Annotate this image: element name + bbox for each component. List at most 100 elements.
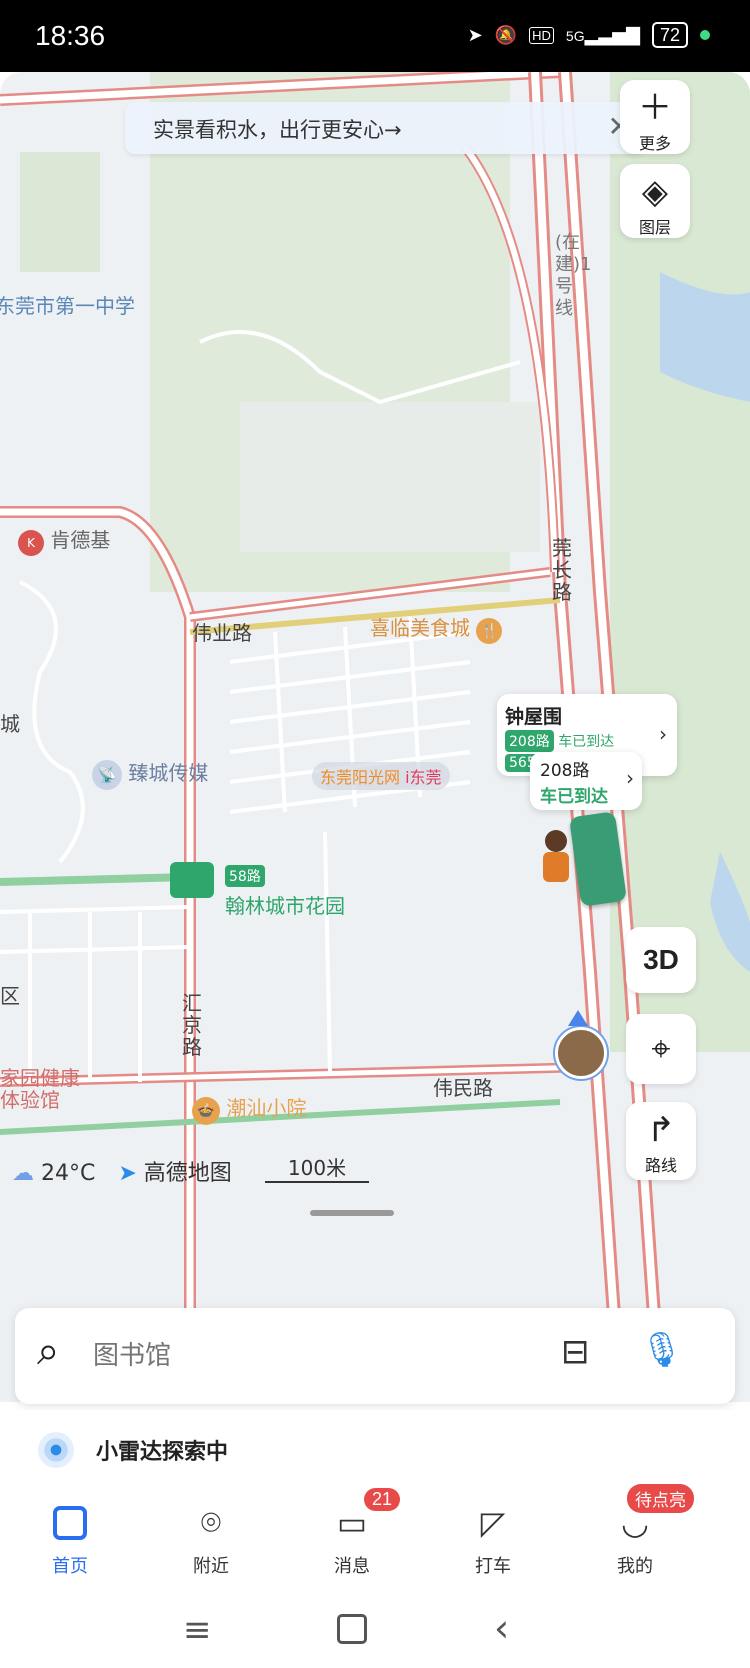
scan-icon[interactable]: ⊟ [561,1332,590,1372]
radar-row[interactable]: 小雷达探索中 [0,1410,750,1490]
bus-stop-icon[interactable] [170,862,214,898]
map-label-district: 区 [0,984,20,1008]
route-arrow-icon: ↱ [646,1110,676,1150]
map-view[interactable]: 实景看积水，出行更安心→ ✕ ＋ 更多 ◈ 图层 3D ⌖ ↱ 路线 东莞市第一… [0,72,750,1402]
search-bar[interactable]: ⌕ ⊟ 🎙 [15,1308,735,1404]
map-label-food-city[interactable]: 喜临美食城 🍴 [370,612,503,644]
route-button[interactable]: ↱ 路线 [626,1102,696,1180]
user-location-avatar[interactable] [555,1027,607,1079]
bus58-tag: 58路 [225,865,265,887]
hd-icon: HD [529,26,554,44]
mute-bell-icon: 🔕 [494,24,518,45]
heading-arrow-icon [568,1010,588,1026]
bus-route-row: 208路 车已到达 [505,730,614,752]
banner-text[interactable]: 实景看积水，出行更安心→ [153,114,402,144]
more-label: 更多 [638,134,671,153]
map-label-huijing-road: 汇京路 [182,991,202,1059]
search-icon: ⌕ [37,1328,60,1374]
map-label-health[interactable]: 家园健康体验馆 [0,1067,90,1111]
status-bar: 18:36 ➤ 🔕 HD 5G▂▃▅▇ 72 [0,0,750,72]
radar-text: 小雷达探索中 [96,1440,229,1465]
3d-button[interactable]: 3D [626,927,696,993]
watermark-text-1: 东莞阳光网 [320,768,401,787]
map-label-school[interactable]: 东莞市第一中学 [0,290,135,319]
battery-icon: 72 [651,22,688,48]
weather-temp: 24°C [41,1161,96,1186]
zhencheng-label: 臻城传媒 [128,761,209,785]
home-square-icon[interactable] [337,1614,367,1644]
tab-nearby-label: 附近 [193,1556,229,1577]
mine-badge: 待点亮 [627,1484,694,1513]
tab-bar: 首页 ⌾ 附近 ▭ 消息 21 ◸ 打车 ◡ 我的 待点亮 [0,1484,750,1600]
locate-button[interactable]: ⌖ [626,1014,696,1084]
road [0,873,191,886]
location-arrow-icon: ➤ [467,24,483,45]
map-info-row: ☁ 24°C ➤ 高德地图 [12,1155,232,1187]
arrival-status: 车已到达 [540,787,608,807]
radar-icon [38,1432,74,1468]
messages-badge: 21 [364,1488,401,1511]
chaoshan-label: 潮汕小院 [226,1096,307,1120]
tab-nearby[interactable]: ⌾ 附近 [161,1498,261,1578]
chevron-right-icon: › [659,722,667,746]
person-body-icon [543,852,569,882]
tab-home-label: 首页 [52,1556,88,1577]
bus-route-208-tag: 208路 [505,730,554,752]
network-label: 5G [565,27,585,44]
search-input[interactable] [91,1332,515,1380]
map-label-weiye-road: 伟业路 [192,621,252,645]
tab-messages-label: 消息 [334,1556,370,1577]
tab-taxi[interactable]: ◸ 打车 [443,1498,543,1578]
back-icon[interactable]: ‹ [494,1606,509,1650]
scale-bar: 100米 [265,1152,369,1183]
tab-taxi-label: 打车 [475,1556,511,1577]
more-button[interactable]: ＋ 更多 [620,80,690,154]
system-nav-bar: ≡ ‹ [0,1600,750,1668]
green-area [20,152,100,272]
drag-handle[interactable] [310,1210,394,1216]
layers-icon: ◈ [641,172,669,212]
person-icon [545,830,567,852]
map-label-weimin-road: 伟民路 [433,1076,493,1100]
bus-home-icon [20,1498,120,1548]
location-pin-icon: ⌾ [200,1503,222,1543]
map-label-chaoshan[interactable]: 🍲 潮汕小院 [192,1092,306,1125]
map-label-kfc[interactable]: K 肯德基 [18,524,110,556]
chevron-right-icon: › [626,766,634,790]
flood-banner[interactable]: 实景看积水，出行更安心→ ✕ [125,102,645,154]
food-city-label: 喜临美食城 [370,616,470,640]
privacy-dot-icon [700,30,710,40]
restaurant-icon: 🍴 [476,618,503,644]
tab-mine-label: 我的 [617,1556,653,1577]
map-label-hanlin[interactable]: 翰林城市花园 [225,890,345,919]
map-label-zhencheng[interactable]: 📡 臻城传媒 [92,757,208,790]
map-label-guanchang-road: 莞长路 [552,536,572,604]
tab-mine[interactable]: ◡ 我的 待点亮 [585,1484,694,1578]
status-time: 18:36 [35,20,106,51]
plus-icon: ＋ [638,88,672,128]
layers-button[interactable]: ◈ 图层 [620,164,690,238]
arrival-route: 208路 [540,761,590,781]
layers-label: 图层 [638,218,671,237]
map-label-bus58[interactable]: 58路 [225,865,265,887]
radio-tower-icon: 📡 [92,760,122,790]
bus-arrival-bubble[interactable]: 208路 车已到达 › [530,752,642,810]
amap-logo-icon: ➤ [118,1161,137,1186]
bus-route-status: 车已到达 [558,734,615,750]
signal-icon: 5G▂▃▅▇ [565,24,640,45]
building-area [240,402,540,552]
route-label: 路线 [644,1156,677,1175]
status-icons: ➤ 🔕 HD 5G▂▃▅▇ 72 [468,22,710,48]
restaurant-icon: 🍲 [192,1097,220,1125]
menu-icon[interactable]: ≡ [183,1610,212,1650]
crosshair-icon: ⌖ [651,1029,671,1069]
kfc-label: 肯德基 [50,528,111,552]
microphone-icon[interactable]: 🎙 [640,1330,683,1370]
tab-messages[interactable]: ▭ 消息 21 [302,1488,402,1578]
map-label-metro: (在建)1号线 [555,232,592,319]
kfc-icon: K [18,530,44,556]
watermark-text-2: i东莞 [405,768,442,787]
tab-home[interactable]: 首页 [20,1498,120,1578]
taxi-arrow-icon: ◸ [480,1504,506,1542]
3d-label: 3D [643,944,679,975]
